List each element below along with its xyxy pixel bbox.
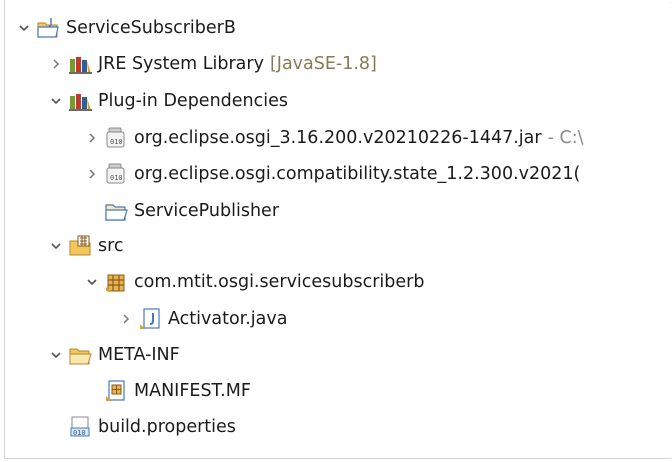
package-icon	[105, 271, 127, 293]
source-folder-icon	[69, 235, 91, 257]
plugin-dependencies-label: Plug-in Dependencies	[98, 91, 288, 111]
chevron-right-icon[interactable]	[83, 156, 101, 192]
svg-text:010: 010	[73, 429, 86, 437]
build-properties-label: build.properties	[98, 417, 236, 437]
service-publisher-label: ServicePublisher	[134, 201, 280, 221]
tree-item-jar[interactable]: 010 org.eclipse.osgi_3.16.200.v20210226-…	[83, 120, 583, 156]
jar-label: org.eclipse.osgi.compatibility.state_1.2…	[134, 164, 581, 184]
java-project-icon	[37, 17, 59, 39]
chevron-down-icon[interactable]	[47, 83, 65, 119]
src-label: src	[98, 236, 124, 256]
chevron-down-icon[interactable]	[47, 228, 65, 264]
tree-item-jre-library[interactable]: JRE System Library [JavaSE-1.8]	[47, 46, 377, 82]
jre-label: JRE System Library	[98, 54, 264, 74]
tree-item-meta-inf[interactable]: META-INF	[47, 337, 180, 373]
jar-label: org.eclipse.osgi_3.16.200.v20210226-1447…	[134, 128, 542, 148]
properties-icon: 010	[69, 416, 91, 438]
tree-item-project[interactable]: ServiceSubscriberB	[15, 10, 236, 46]
chevron-down-icon[interactable]	[47, 337, 65, 373]
tree-item-build-properties[interactable]: 010 build.properties	[65, 409, 236, 445]
package-explorer-tree[interactable]: ServiceSubscriberB JRE System Library [J…	[4, 0, 671, 459]
svg-text:010: 010	[110, 174, 123, 182]
jar-icon: 010	[105, 127, 127, 149]
chevron-down-icon[interactable]	[83, 264, 101, 300]
chevron-down-icon[interactable]	[15, 10, 33, 46]
java-file-label: Activator.java	[168, 309, 288, 329]
tree-item-src[interactable]: src	[47, 228, 124, 264]
svg-text:010: 010	[110, 138, 123, 146]
tree-item-plugin-dependencies[interactable]: Plug-in Dependencies	[47, 83, 288, 119]
package-label: com.mtit.osgi.servicesubscriberb	[134, 272, 425, 292]
folder-icon	[69, 344, 92, 366]
tree-item-service-publisher[interactable]: ServicePublisher	[101, 193, 279, 229]
chevron-right-icon[interactable]	[83, 120, 101, 156]
project-folder-icon	[105, 200, 128, 222]
library-icon	[69, 53, 92, 75]
meta-inf-label: META-INF	[98, 345, 180, 365]
project-label: ServiceSubscriberB	[66, 18, 236, 38]
manifest-label: MANIFEST.MF	[134, 381, 251, 401]
jre-decoration: [JavaSE-1.8]	[269, 54, 377, 74]
jar-icon: 010	[105, 163, 127, 185]
tree-item-jar[interactable]: 010 org.eclipse.osgi.compatibility.state…	[83, 156, 580, 192]
jar-location-decoration: - C:\	[547, 128, 584, 148]
tree-item-java-file[interactable]: Activator.java	[117, 301, 287, 337]
java-file-icon	[139, 308, 161, 330]
chevron-right-icon[interactable]	[117, 301, 135, 337]
library-icon	[69, 90, 92, 112]
chevron-right-icon[interactable]	[47, 46, 65, 82]
tree-item-manifest[interactable]: MANIFEST.MF	[101, 373, 251, 409]
manifest-icon	[105, 380, 127, 402]
tree-item-package[interactable]: com.mtit.osgi.servicesubscriberb	[83, 264, 424, 300]
